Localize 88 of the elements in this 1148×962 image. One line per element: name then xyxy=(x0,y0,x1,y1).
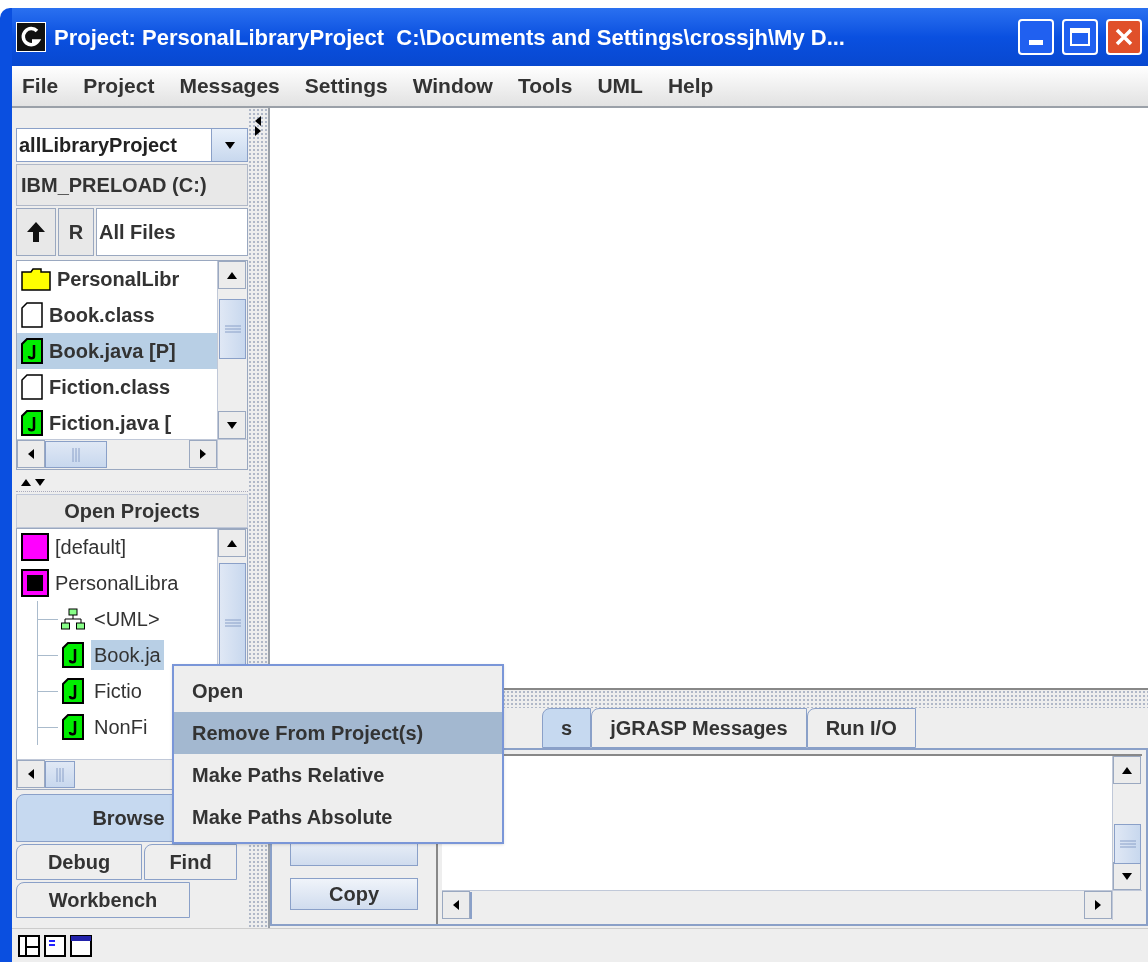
tab[interactable]: jGRASP Messages xyxy=(591,708,807,748)
up-arrow-icon xyxy=(226,538,238,548)
tree-item[interactable]: <UML> xyxy=(91,604,163,634)
file-list-entry[interactable]: Book.class xyxy=(17,297,217,333)
project-dropdown[interactable]: allLibraryProject xyxy=(16,128,248,162)
tree-item[interactable]: Fictio xyxy=(91,676,145,706)
menu-item[interactable]: Help xyxy=(667,70,714,102)
maximize-icon xyxy=(1070,28,1090,46)
java-file-icon xyxy=(21,338,43,364)
scroll-down-button[interactable] xyxy=(218,411,246,439)
scroll-thumb[interactable] xyxy=(45,441,107,468)
tab[interactable]: s xyxy=(542,708,592,748)
refresh-button[interactable]: R xyxy=(58,208,94,256)
file-list-entry[interactable]: Fiction.java [ xyxy=(17,405,217,439)
scroll-thumb[interactable] xyxy=(219,299,246,359)
parent-directory-button[interactable] xyxy=(16,208,56,256)
tab[interactable]: Run I/O xyxy=(806,708,916,748)
scroll-right-button[interactable] xyxy=(1084,891,1112,919)
section-header: Open Projects xyxy=(16,494,248,528)
scroll-up-button[interactable] xyxy=(218,261,246,289)
java-file-icon xyxy=(62,714,84,740)
scroll-left-button[interactable] xyxy=(442,891,470,919)
scroll-thumb[interactable] xyxy=(1114,824,1141,864)
menu-item[interactable]: Open xyxy=(174,670,502,712)
grip-icon xyxy=(224,619,241,627)
file-list-entry[interactable]: Book.java [P] xyxy=(17,333,217,369)
split-layout-icon[interactable] xyxy=(18,934,40,957)
scroll-left-button[interactable] xyxy=(17,760,45,788)
drive-selector[interactable]: IBM_PRELOAD (C:) xyxy=(16,164,248,206)
horizontal-scrollbar[interactable] xyxy=(442,890,1112,920)
scroll-up-button[interactable] xyxy=(1113,756,1141,784)
window-icon[interactable] xyxy=(70,934,92,957)
tab[interactable]: Find xyxy=(144,844,237,880)
vertical-scrollbar[interactable] xyxy=(1112,756,1142,890)
tree-item[interactable]: PersonalLibra xyxy=(17,565,217,601)
scroll-thumb[interactable] xyxy=(45,761,75,788)
app-logo-icon xyxy=(16,22,46,52)
scroll-up-button[interactable] xyxy=(218,529,246,557)
scroll-right-button[interactable] xyxy=(189,440,217,468)
tab[interactable]: Workbench xyxy=(16,882,190,918)
menu-item[interactable]: Tools xyxy=(517,70,573,102)
java-file-icon xyxy=(21,410,43,436)
up-arrow-icon xyxy=(1121,765,1133,775)
file-icon xyxy=(21,302,43,328)
close-icon xyxy=(1114,27,1134,47)
grip-icon xyxy=(224,325,241,333)
diagram-icon xyxy=(61,608,85,630)
scroll-down-button[interactable] xyxy=(1113,862,1141,890)
scroll-left-button[interactable] xyxy=(17,440,45,468)
horizontal-scrollbar[interactable] xyxy=(17,439,217,469)
close-button[interactable] xyxy=(1106,19,1142,55)
menu-item[interactable]: File xyxy=(22,70,59,102)
grip-icon xyxy=(1119,840,1136,848)
tree-item[interactable]: Book.ja xyxy=(91,640,164,670)
menu-item[interactable]: UML xyxy=(597,70,643,102)
document-icon[interactable] xyxy=(44,934,66,957)
file-icon xyxy=(21,374,43,400)
scrollbar-corner xyxy=(217,439,247,469)
tree-item[interactable]: [default] xyxy=(17,529,217,565)
grip-icon xyxy=(72,447,80,462)
scroll-thumb[interactable] xyxy=(470,892,472,919)
java-file-icon xyxy=(62,642,84,668)
file-list-entry[interactable]: PersonalLibr xyxy=(17,261,217,297)
grip-icon xyxy=(56,767,64,782)
menu-item[interactable]: Settings xyxy=(304,70,388,102)
tree-item[interactable]: NonFi xyxy=(91,712,151,742)
vertical-scrollbar[interactable] xyxy=(217,261,247,439)
expand-icon xyxy=(34,476,46,487)
menu-item[interactable]: Messages xyxy=(179,70,280,102)
copy-button[interactable]: Copy xyxy=(290,878,418,910)
down-arrow-icon xyxy=(1121,871,1133,881)
up-arrow-icon xyxy=(26,221,46,243)
menu-item[interactable]: Window xyxy=(412,70,493,102)
file-list-entry[interactable]: Fiction.class xyxy=(17,369,217,405)
minimize-button[interactable] xyxy=(1018,19,1054,55)
tab[interactable]: Debug xyxy=(16,844,142,880)
menu-item[interactable]: Project xyxy=(83,70,155,102)
menu-item[interactable]: Make Paths Relative xyxy=(174,754,502,796)
down-arrow-icon xyxy=(226,420,238,430)
up-arrow-icon xyxy=(226,270,238,280)
folder-icon xyxy=(21,267,51,291)
window-title: Project: PersonalLibraryProject C:\Documents and Settings\crossjh\My D... xyxy=(54,23,846,52)
file-filter-field[interactable]: All Files xyxy=(96,208,248,256)
menu-item[interactable]: Remove From Project(s) xyxy=(174,712,502,754)
maximize-button[interactable] xyxy=(1062,19,1098,55)
java-file-icon xyxy=(62,678,84,704)
dropdown-arrow-icon xyxy=(223,140,236,150)
minimize-icon xyxy=(1029,40,1043,45)
